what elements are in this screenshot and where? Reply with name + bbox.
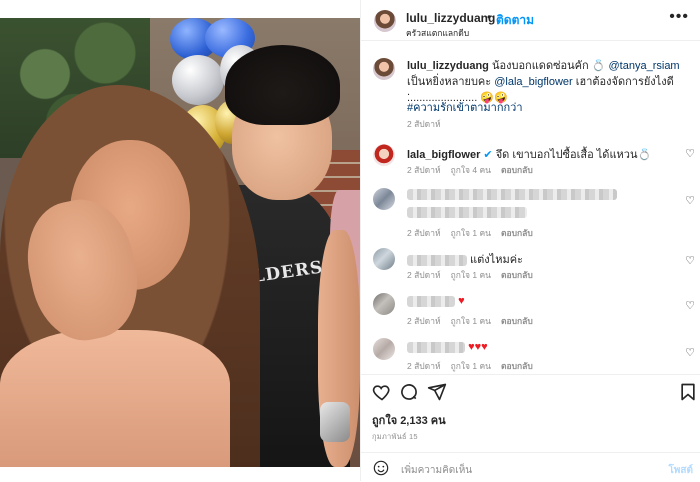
- post-comment-button[interactable]: โพสต์: [668, 463, 693, 478]
- comment-likes[interactable]: ถูกใจ 1 คน: [451, 228, 491, 238]
- comment-likes[interactable]: ถูกใจ 4 คน: [451, 165, 491, 175]
- caption-timestamp[interactable]: 2 สัปดาห์: [407, 117, 441, 131]
- blurred-text: [407, 206, 527, 218]
- comment-time[interactable]: 2 สัปดาห์: [407, 316, 441, 326]
- verified-badge-icon: ✔: [483, 149, 493, 161]
- more-options-icon[interactable]: •••: [669, 8, 689, 26]
- comment-time[interactable]: 2 สัปดาห์: [407, 361, 441, 371]
- commenter-username[interactable]: lala_bigflower: [407, 149, 480, 161]
- comment-text: ♥: [407, 295, 465, 307]
- comment-bubble-icon[interactable]: [399, 382, 419, 402]
- reply-button[interactable]: ตอบกลับ: [501, 270, 533, 280]
- comment-time[interactable]: 2 สัปดาห์: [407, 228, 441, 238]
- comment-body: แต่งไหมค่ะ: [467, 254, 523, 266]
- separator-dot: •: [487, 10, 492, 24]
- like-comment-heart-icon[interactable]: ♡: [685, 147, 695, 160]
- commenter-avatar[interactable]: [373, 338, 395, 360]
- author-username[interactable]: lulu_lizzyduang: [406, 11, 495, 25]
- caption-avatar[interactable]: [373, 58, 395, 80]
- like-comment-heart-icon[interactable]: ♡: [685, 254, 695, 267]
- blurred-username: [407, 295, 455, 307]
- post-date[interactable]: กุมภาพันธ์ 15: [372, 431, 418, 443]
- comment-text: [407, 206, 527, 218]
- post-header: lulu_lizzyduang • ติดตาม ครัวสแตกแลกดีบ …: [361, 0, 700, 41]
- mention-link[interactable]: @lala_bigflower: [494, 76, 572, 88]
- comment-meta: 2 สัปดาห์ ถูกใจ 1 คน ตอบกลับ: [407, 268, 543, 282]
- post-viewer: COLDERS lulu_lizzyduang • ติดตาม ครัวสแต…: [0, 0, 700, 481]
- mention-link[interactable]: @tanya_rsiam: [609, 60, 680, 72]
- comment-meta: 2 สัปดาห์ ถูกใจ 1 คน ตอบกลับ: [407, 314, 543, 328]
- post-side-panel: lulu_lizzyduang • ติดตาม ครัวสแตกแลกดีบ …: [360, 0, 700, 481]
- commenter-avatar[interactable]: [373, 144, 395, 166]
- save-bookmark-icon[interactable]: [678, 382, 698, 402]
- reply-button[interactable]: ตอบกลับ: [501, 361, 533, 371]
- author-avatar[interactable]: [374, 10, 396, 32]
- comment-body: จึด เขาบอกไปซื้อเสื้อ ได้แหวน💍: [492, 149, 652, 161]
- like-count[interactable]: ถูกใจ 2,133 คน: [372, 411, 446, 429]
- woman-shoulders: [0, 330, 230, 467]
- share-send-icon[interactable]: [427, 382, 447, 402]
- caption-dot: .: [407, 86, 411, 98]
- post-photo[interactable]: COLDERS: [0, 0, 360, 481]
- follow-button[interactable]: ติดตาม: [496, 11, 534, 30]
- heart-emoji: ♥: [458, 295, 465, 307]
- like-comment-heart-icon[interactable]: ♡: [685, 346, 695, 359]
- comment-likes[interactable]: ถูกใจ 1 คน: [451, 361, 491, 371]
- caption-part: น้องบอกแดดซ่อนคัก 💍: [488, 60, 609, 72]
- blurred-username: [407, 341, 465, 353]
- photo-top-band: [0, 0, 360, 18]
- comment-meta: 2 สัปดาห์ ถูกใจ 4 คน ตอบกลับ: [407, 163, 543, 177]
- hashtag-link[interactable]: #ความรักเข้าตามากกว่า: [407, 98, 523, 116]
- heart-emoji: ♥♥♥: [468, 341, 488, 353]
- commenter-avatar[interactable]: [373, 293, 395, 315]
- comment-time[interactable]: 2 สัปดาห์: [407, 270, 441, 280]
- action-bar: [361, 382, 700, 404]
- comment-meta: 2 สัปดาห์ ถูกใจ 1 คน ตอบกลับ: [407, 226, 543, 240]
- caption-part: เป็นหยิ่งหลายบคะ: [407, 76, 495, 88]
- reply-button[interactable]: ตอบกลับ: [501, 165, 533, 175]
- blurred-text: [407, 188, 617, 200]
- commenter-avatar[interactable]: [373, 248, 395, 270]
- comment-meta: 2 สัปดาห์ ถูกใจ 1 คน ตอบกลับ: [407, 359, 543, 373]
- balloon-silver: [172, 55, 224, 105]
- photo-bottom-band: [0, 467, 360, 481]
- comment-text: แต่งไหมค่ะ: [407, 250, 523, 268]
- comment-time[interactable]: 2 สัปดาห์: [407, 165, 441, 175]
- comment-text: ♥♥♥: [407, 341, 488, 353]
- like-comment-heart-icon[interactable]: ♡: [685, 194, 695, 207]
- comment-likes[interactable]: ถูกใจ 1 คน: [451, 316, 491, 326]
- reply-button[interactable]: ตอบกลับ: [501, 316, 533, 326]
- comment-text: [407, 188, 617, 200]
- comment-likes[interactable]: ถูกใจ 1 คน: [451, 270, 491, 280]
- caption-username[interactable]: lulu_lizzyduang: [407, 60, 489, 72]
- wristwatch: [320, 402, 350, 442]
- reply-button[interactable]: ตอบกลับ: [501, 228, 533, 238]
- blurred-username: [407, 254, 467, 266]
- man-hair: [225, 45, 340, 125]
- comment-text: lala_bigflower ✔ จึด เขาบอกไปซื้อเสื้อ ไ…: [407, 145, 651, 163]
- add-comment-input[interactable]: เพิ่มความคิดเห็น: [401, 463, 472, 478]
- author-subtitle[interactable]: ครัวสแตกแลกดีบ: [406, 26, 469, 40]
- emoji-smiley-icon[interactable]: [373, 460, 389, 476]
- commenter-avatar[interactable]: [373, 188, 395, 210]
- like-heart-icon[interactable]: [372, 382, 392, 402]
- divider: [361, 374, 700, 375]
- add-comment-bar: เพิ่มความคิดเห็น โพสต์: [361, 452, 700, 482]
- like-comment-heart-icon[interactable]: ♡: [685, 299, 695, 312]
